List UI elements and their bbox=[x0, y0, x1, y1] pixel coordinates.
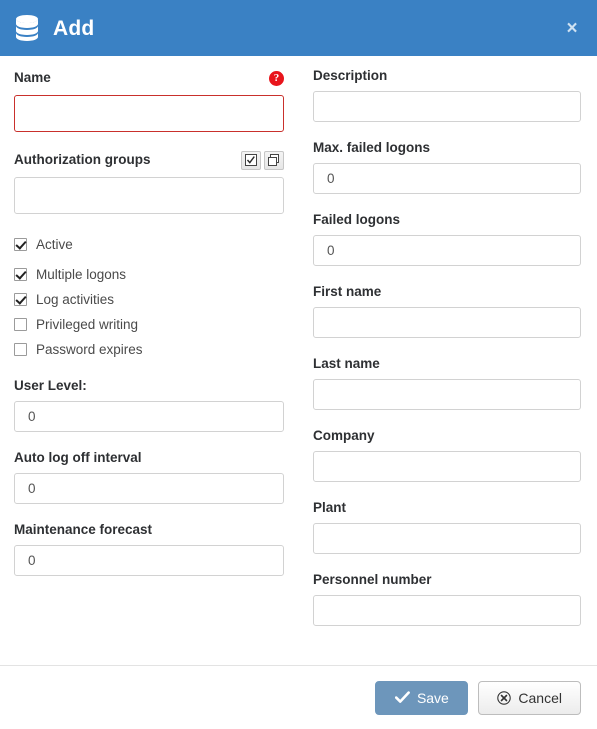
select-all-icon[interactable] bbox=[241, 150, 261, 170]
save-button[interactable]: Save bbox=[375, 680, 469, 715]
field-maintenance-forecast: Maintenance forecast bbox=[14, 522, 284, 576]
help-icon[interactable]: ? bbox=[269, 70, 284, 86]
last-name-input[interactable] bbox=[313, 379, 581, 410]
checkbox-log-activities-box[interactable] bbox=[14, 293, 27, 306]
description-label: Description bbox=[313, 68, 388, 83]
copy-icon[interactable] bbox=[264, 150, 284, 170]
auto-log-off-interval-label: Auto log off interval bbox=[14, 450, 142, 465]
field-company: Company bbox=[313, 428, 581, 482]
maintenance-forecast-input[interactable] bbox=[14, 545, 284, 576]
field-max-failed-logons: Max. failed logons bbox=[313, 140, 581, 194]
field-user-level: User Level: bbox=[14, 378, 284, 432]
description-input[interactable] bbox=[313, 91, 581, 122]
dialog-body: Name ? Authorization groups Active Multi… bbox=[0, 56, 597, 665]
plant-input[interactable] bbox=[313, 523, 581, 554]
company-input[interactable] bbox=[313, 451, 581, 482]
field-last-name: Last name bbox=[313, 356, 581, 410]
save-button-label: Save bbox=[416, 689, 449, 706]
plant-label: Plant bbox=[313, 500, 347, 515]
add-user-dialog: Add × Name ? Authorization groups Active… bbox=[0, 0, 597, 729]
checkbox-active[interactable]: Active bbox=[14, 232, 284, 257]
checkbox-password-expires-box[interactable] bbox=[14, 343, 27, 356]
failed-logons-label: Failed logons bbox=[313, 212, 401, 227]
authorization-groups-buttons bbox=[241, 150, 284, 170]
first-name-label: First name bbox=[313, 284, 382, 299]
name-input[interactable] bbox=[14, 95, 284, 132]
user-level-input[interactable] bbox=[14, 401, 284, 432]
cancel-button[interactable]: Cancel bbox=[478, 680, 581, 715]
field-description: Description bbox=[313, 68, 581, 122]
checkbox-multiple-logons[interactable]: Multiple logons bbox=[14, 262, 284, 287]
authorization-groups-label-row: Authorization groups bbox=[14, 150, 284, 170]
field-first-name: First name bbox=[313, 284, 581, 338]
field-name: Name ? bbox=[14, 68, 284, 132]
check-icon bbox=[394, 691, 410, 703]
failed-logons-input[interactable] bbox=[313, 235, 581, 266]
checkbox-active-label: Active bbox=[36, 236, 73, 252]
checkbox-privileged-writing-label: Privileged writing bbox=[36, 316, 139, 332]
company-label: Company bbox=[313, 428, 375, 443]
authorization-groups-input[interactable] bbox=[14, 177, 284, 214]
personnel-number-label: Personnel number bbox=[313, 572, 432, 587]
field-auto-log-off-interval: Auto log off interval bbox=[14, 450, 284, 504]
left-column: Name ? Authorization groups Active Multi… bbox=[0, 56, 299, 665]
user-level-label: User Level: bbox=[14, 378, 87, 393]
personnel-number-input[interactable] bbox=[313, 595, 581, 626]
dialog-footer: Save Cancel bbox=[0, 665, 597, 729]
checkbox-log-activities[interactable]: Log activities bbox=[14, 287, 284, 312]
last-name-label: Last name bbox=[313, 356, 380, 371]
checkbox-privileged-writing[interactable]: Privileged writing bbox=[14, 312, 284, 337]
right-column: Description Max. failed logons Failed lo… bbox=[299, 56, 597, 665]
checkbox-list: Active Multiple logons Log activities Pr… bbox=[14, 232, 284, 362]
close-icon[interactable]: × bbox=[561, 17, 583, 39]
field-authorization-groups: Authorization groups bbox=[14, 150, 284, 214]
checkbox-password-expires-label: Password expires bbox=[36, 341, 143, 357]
checkbox-active-box[interactable] bbox=[14, 238, 27, 251]
field-personnel-number: Personnel number bbox=[313, 572, 581, 626]
checkbox-privileged-writing-box[interactable] bbox=[14, 318, 27, 331]
checkbox-log-activities-label: Log activities bbox=[36, 291, 115, 307]
name-label-row: Name ? bbox=[14, 68, 284, 88]
field-failed-logons: Failed logons bbox=[313, 212, 581, 266]
page-title: Add bbox=[53, 16, 95, 40]
max-failed-logons-input[interactable] bbox=[313, 163, 581, 194]
checkbox-password-expires[interactable]: Password expires bbox=[14, 337, 284, 362]
field-plant: Plant bbox=[313, 500, 581, 554]
circle-x-icon bbox=[497, 690, 512, 705]
authorization-groups-label: Authorization groups bbox=[14, 152, 151, 167]
name-label: Name bbox=[14, 70, 51, 85]
max-failed-logons-label: Max. failed logons bbox=[313, 140, 431, 155]
maintenance-forecast-label: Maintenance forecast bbox=[14, 522, 153, 537]
dialog-header: Add × bbox=[0, 0, 597, 56]
checkbox-multiple-logons-label: Multiple logons bbox=[36, 266, 127, 282]
database-icon bbox=[16, 15, 38, 41]
checkbox-multiple-logons-box[interactable] bbox=[14, 268, 27, 281]
cancel-button-label: Cancel bbox=[518, 689, 562, 706]
first-name-input[interactable] bbox=[313, 307, 581, 338]
auto-log-off-interval-input[interactable] bbox=[14, 473, 284, 504]
